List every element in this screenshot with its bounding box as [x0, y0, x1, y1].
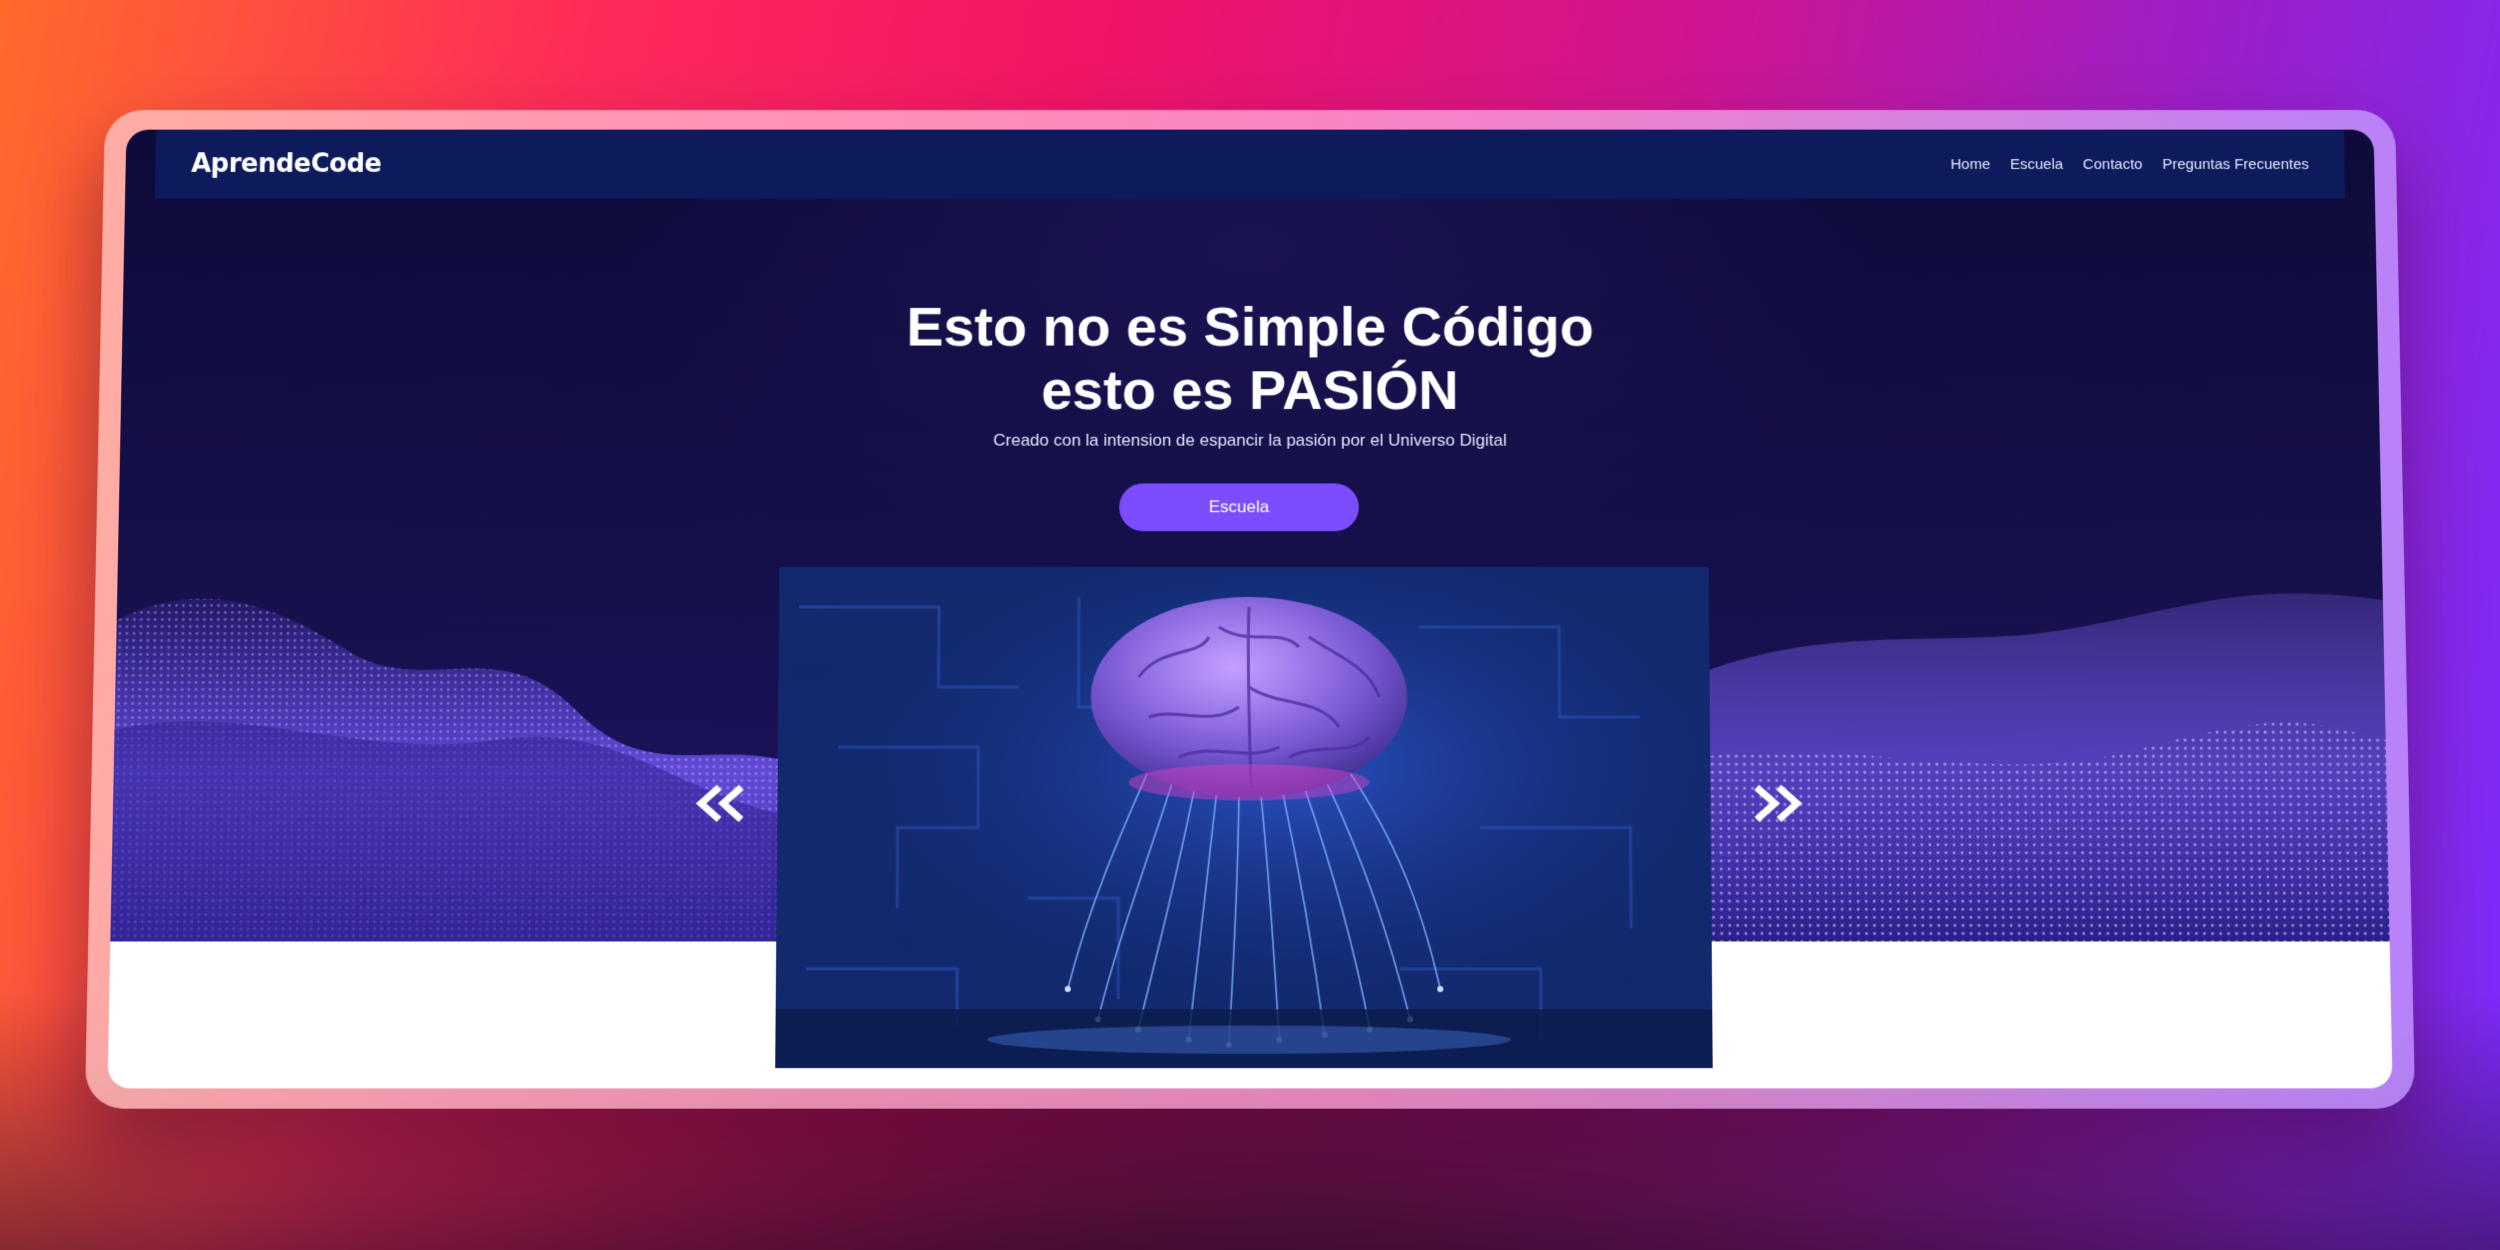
nav-link-escuela[interactable]: Escuela	[2010, 156, 2063, 173]
chevron-double-right-icon[interactable]	[1749, 783, 1806, 823]
hero-title-line-2: esto es PASIÓN	[1041, 358, 1459, 421]
escuela-button[interactable]: Escuela	[1119, 483, 1359, 532]
chevron-double-left-icon[interactable]	[693, 783, 750, 823]
nav-menu: Home Escuela Contacto Preguntas Frecuent…	[1950, 156, 2309, 173]
brand-logo[interactable]: AprendeCode	[191, 149, 382, 178]
nav-link-home[interactable]: Home	[1950, 156, 1990, 173]
particle-wave-left	[110, 598, 818, 942]
particle-wave-right	[1682, 593, 2390, 942]
hero-title-line-1: Esto no es Simple Código	[906, 295, 1594, 358]
carousel-slide-image	[775, 567, 1713, 1069]
nav-link-contacto[interactable]: Contacto	[2083, 156, 2143, 173]
website-screen: Esto no es Simple Código esto es PASIÓN …	[107, 129, 2393, 1089]
nav-link-preguntas-frecuentes[interactable]: Preguntas Frecuentes	[2162, 156, 2309, 173]
brain-icon	[775, 567, 1713, 1069]
hero-subtitle: Creado con la intension de espancir la p…	[993, 430, 1507, 450]
device-frame: Esto no es Simple Código esto es PASIÓN …	[84, 110, 2416, 1109]
navbar: AprendeCode Home Escuela Contacto Pregun…	[154, 129, 2346, 199]
hero-title: Esto no es Simple Código esto es PASIÓN	[121, 295, 2380, 422]
